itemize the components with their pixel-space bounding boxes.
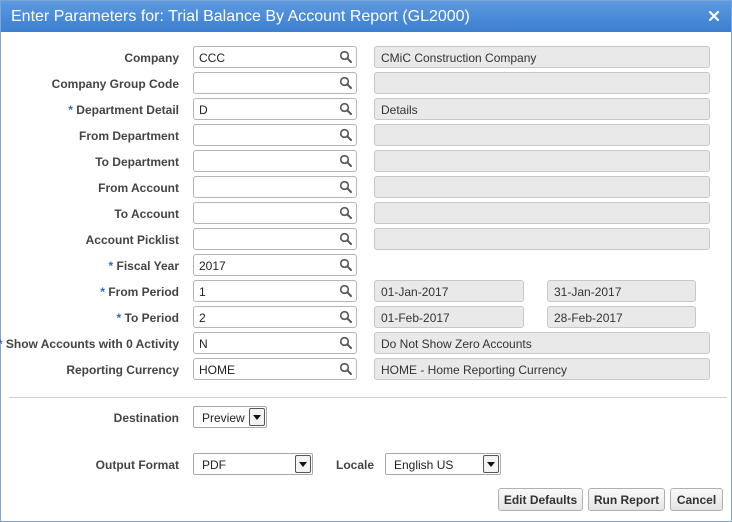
- search-icon[interactable]: [339, 154, 353, 168]
- search-icon[interactable]: [339, 258, 353, 272]
- to-department-description: [374, 150, 710, 172]
- company-group-code-description: [374, 72, 710, 94]
- show-zero-activity-description: Do Not Show Zero Accounts: [374, 332, 710, 354]
- destination-select[interactable]: Preview: [193, 406, 267, 428]
- label-company-group-code: Company Group Code: [51, 77, 179, 91]
- department-detail-input[interactable]: D: [193, 98, 357, 120]
- from-account-description: [374, 176, 710, 198]
- show-zero-activity-input[interactable]: N: [193, 332, 357, 354]
- fiscal-year-input[interactable]: 2017: [193, 254, 357, 276]
- output-format-select[interactable]: PDF: [193, 453, 313, 475]
- to-period-input[interactable]: 2: [193, 306, 357, 328]
- reporting-currency-input[interactable]: HOME: [193, 358, 357, 380]
- label-locale: Locale: [336, 458, 375, 472]
- search-icon[interactable]: [339, 76, 353, 90]
- search-icon[interactable]: [339, 102, 353, 116]
- account-picklist-input[interactable]: [193, 228, 357, 250]
- run-report-button[interactable]: Run Report: [588, 488, 665, 511]
- label-from-department: From Department: [78, 129, 179, 143]
- search-icon[interactable]: [339, 232, 353, 246]
- search-icon[interactable]: [339, 336, 353, 350]
- edit-defaults-button[interactable]: Edit Defaults: [498, 488, 583, 511]
- label-fiscal-year: * Fiscal Year: [108, 259, 179, 273]
- cancel-button[interactable]: Cancel: [670, 488, 723, 511]
- search-icon[interactable]: [339, 310, 353, 324]
- label-reporting-currency: Reporting Currency: [66, 363, 179, 377]
- from-period-input[interactable]: 1: [193, 280, 357, 302]
- company-input[interactable]: CCC: [193, 46, 357, 68]
- to-period-end-date: 28-Feb-2017: [547, 306, 696, 328]
- reporting-currency-description: HOME - Home Reporting Currency: [374, 358, 710, 380]
- from-department-input[interactable]: [193, 124, 357, 146]
- search-icon[interactable]: [339, 50, 353, 64]
- locale-select[interactable]: English US: [385, 453, 501, 475]
- label-from-account: From Account: [98, 181, 179, 195]
- label-show-zero-activity: * Show Accounts with 0 Activity: [0, 337, 179, 351]
- chevron-down-icon[interactable]: [483, 455, 499, 473]
- label-account-picklist: Account Picklist: [85, 233, 179, 247]
- from-account-input[interactable]: [193, 176, 357, 198]
- chevron-down-icon[interactable]: [295, 455, 311, 473]
- department-detail-description: Details: [374, 98, 710, 120]
- to-account-input[interactable]: [193, 202, 357, 224]
- from-department-description: [374, 124, 710, 146]
- account-picklist-description: [374, 228, 710, 250]
- to-account-description: [374, 202, 710, 224]
- label-destination: Destination: [113, 411, 179, 425]
- dialog-title: Enter Parameters for: Trial Balance By A…: [11, 8, 470, 25]
- label-to-department: To Department: [95, 155, 179, 169]
- to-period-start-date: 01-Feb-2017: [374, 306, 524, 328]
- label-from-period: * From Period: [100, 285, 179, 299]
- search-icon[interactable]: [339, 128, 353, 142]
- label-department-detail: * Department Detail: [68, 103, 179, 117]
- section-divider: [9, 397, 727, 398]
- label-to-account: To Account: [114, 207, 179, 221]
- from-period-start-date: 01-Jan-2017: [374, 280, 524, 302]
- search-icon[interactable]: [339, 284, 353, 298]
- search-icon[interactable]: [339, 206, 353, 220]
- dialog-title-bar[interactable]: Enter Parameters for: Trial Balance By A…: [1, 1, 731, 32]
- search-icon[interactable]: [339, 362, 353, 376]
- search-icon[interactable]: [339, 180, 353, 194]
- parameters-dialog: Enter Parameters for: Trial Balance By A…: [0, 0, 732, 522]
- company-description: CMiC Construction Company: [374, 46, 710, 68]
- from-period-end-date: 31-Jan-2017: [547, 280, 696, 302]
- label-to-period: * To Period: [116, 311, 179, 325]
- company-group-code-input[interactable]: [193, 72, 357, 94]
- close-icon[interactable]: [705, 6, 723, 26]
- chevron-down-icon[interactable]: [249, 408, 265, 426]
- to-department-input[interactable]: [193, 150, 357, 172]
- label-company: Company: [124, 51, 179, 65]
- label-output-format: Output Format: [95, 458, 179, 472]
